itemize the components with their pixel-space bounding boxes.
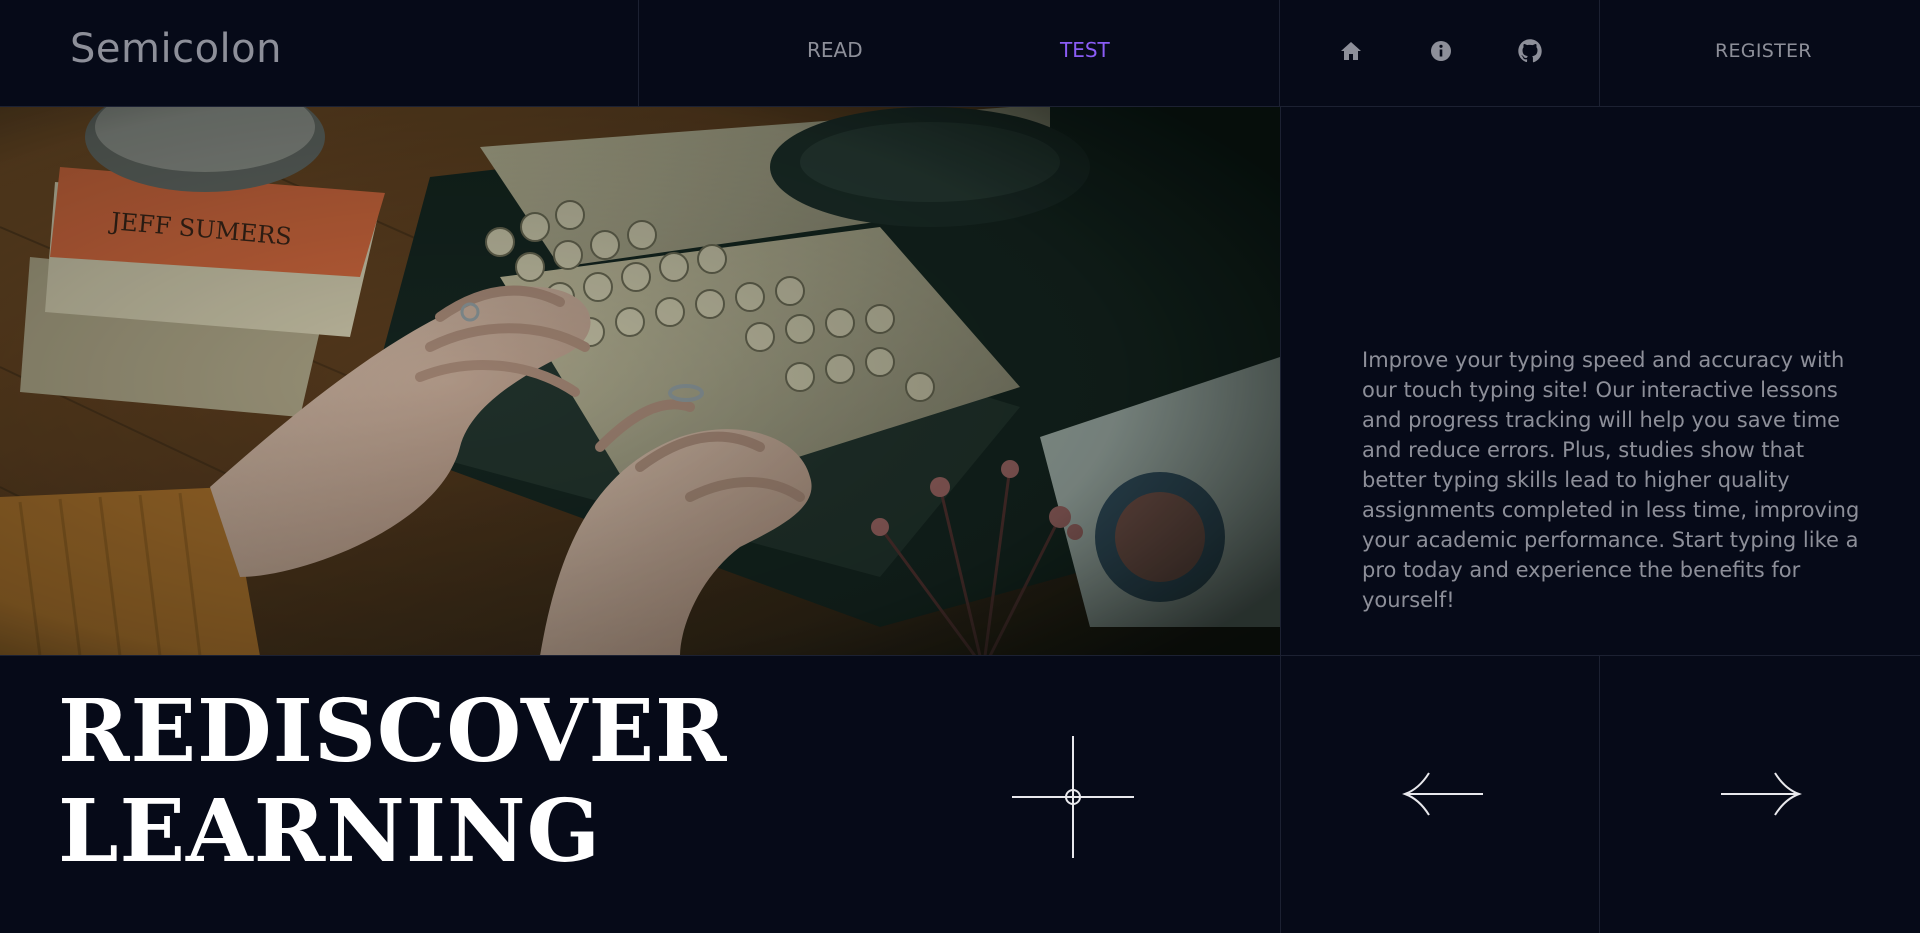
sparkle-icon bbox=[1012, 736, 1134, 858]
prev-cell bbox=[1280, 656, 1600, 933]
arrow-left-icon[interactable] bbox=[1401, 771, 1485, 817]
nav-links: READ TEST bbox=[639, 0, 1280, 107]
home-icon[interactable] bbox=[1338, 38, 1364, 64]
register-cell: REGISTER bbox=[1600, 0, 1920, 107]
top-navigation: Semicolon READ TEST REGISTER bbox=[0, 0, 1920, 107]
page: Semicolon READ TEST REGISTER Improve you… bbox=[0, 0, 1920, 933]
nav-read-link[interactable]: READ bbox=[807, 38, 863, 62]
nav-test-link[interactable]: TEST bbox=[1060, 38, 1110, 62]
github-icon[interactable] bbox=[1517, 38, 1543, 64]
info-icon[interactable] bbox=[1428, 38, 1454, 64]
typewriter-illustration: JEFF SUMERS bbox=[0, 107, 1280, 655]
hero-image: JEFF SUMERS bbox=[0, 107, 1280, 656]
hero-description: Improve your typing speed and accuracy w… bbox=[1362, 348, 1860, 612]
arrow-right-icon[interactable] bbox=[1719, 771, 1803, 817]
headline-area: REDISCOVER LEARNING bbox=[0, 656, 1280, 933]
nav-icons bbox=[1280, 0, 1600, 107]
brand-cell: Semicolon bbox=[0, 0, 639, 107]
headline-line-1: REDISCOVER bbox=[58, 681, 728, 782]
headline-line-2: LEARNING bbox=[58, 781, 602, 882]
brand-logo[interactable]: Semicolon bbox=[70, 26, 282, 72]
description-panel: Improve your typing speed and accuracy w… bbox=[1280, 107, 1920, 656]
register-link[interactable]: REGISTER bbox=[1715, 40, 1812, 62]
page-headline: REDISCOVER LEARNING bbox=[58, 682, 728, 882]
next-cell bbox=[1600, 656, 1920, 933]
